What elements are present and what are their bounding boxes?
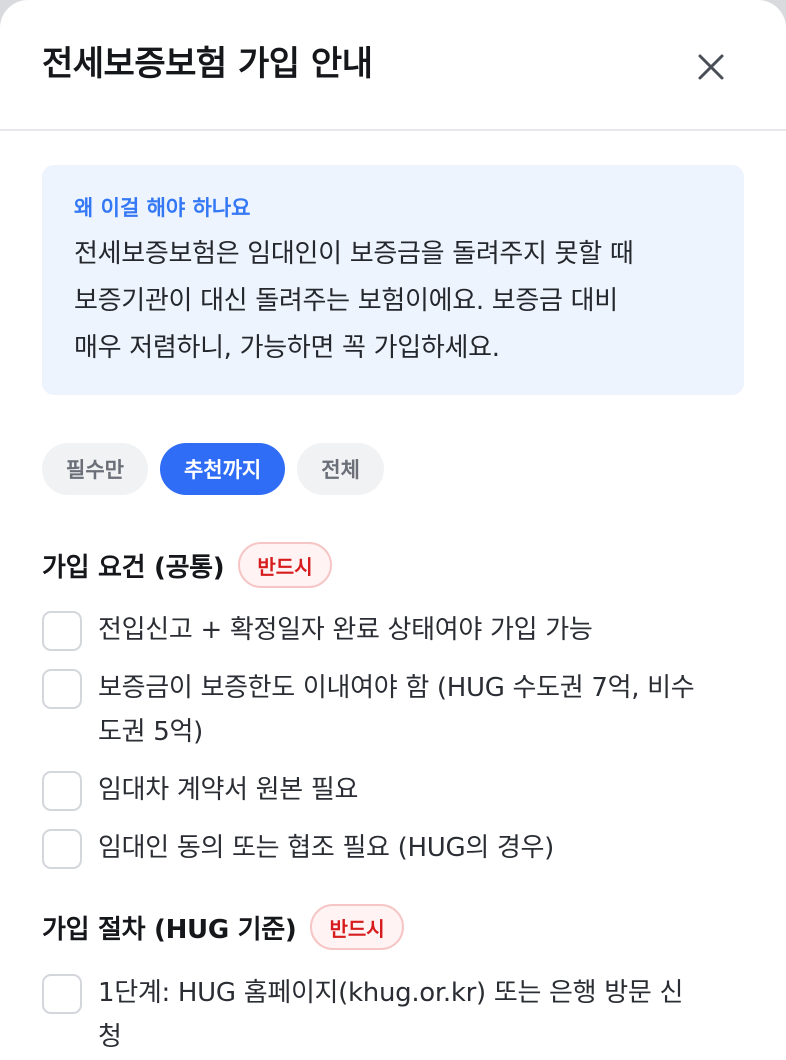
close-button[interactable] <box>686 42 736 92</box>
checklist-item-label: 임대차 계약서 원본 필요 <box>98 775 359 805</box>
info-line: 매우 저렴하니, 가능하면 꼭 가입하세요. <box>74 333 500 363</box>
dialog-title: 전세보증보험 가입 안내 <box>42 44 373 84</box>
section-requirements: 가입 요건 (공통) 반드시 전입신고 + 확정일자 완료 상태여야 가입 가능… <box>42 540 744 887</box>
checklist-item-label: 전입신고 + 확정일자 완료 상태여야 가입 가능 <box>98 615 593 645</box>
section-title: 가입 요건 (공통) <box>42 552 225 583</box>
checklist-dialog: 전세보증보험 가입 안내 왜 이걸 해야 하나요 전세보증보험은 임대인이 보증… <box>0 0 786 1060</box>
checkbox[interactable] <box>42 669 82 709</box>
section-title: 가입 절차 (HUG 기준) <box>42 914 297 945</box>
info-line: 보증기관이 대신 돌려주는 보험이에요. 보증금 대비 <box>74 286 618 316</box>
checkbox[interactable] <box>42 829 82 869</box>
checklist-item[interactable]: 1단계: HUG 홈페이지(khug.or.kr) 또는 은행 방문 신청 <box>42 974 744 1060</box>
filter-chip-recommended[interactable]: 추천까지 <box>159 443 286 495</box>
checklist-item-label: 임대인 동의 또는 협조 필요 (HUG의 경우) <box>98 833 554 863</box>
info-line: 전세보증보험은 임대인이 보증금을 돌려주지 못할 때 <box>74 239 634 269</box>
checklist-item[interactable]: 전입신고 + 확정일자 완료 상태여야 가입 가능 <box>42 611 744 669</box>
close-icon <box>698 54 724 80</box>
section-header: 가입 요건 (공통) 반드시 <box>42 540 744 590</box>
checkbox[interactable] <box>42 974 82 1014</box>
checkbox[interactable] <box>42 771 82 811</box>
section-procedure: 가입 절차 (HUG 기준) 반드시 1단계: HUG 홈페이지(khug.or… <box>42 902 744 1060</box>
section-header: 가입 절차 (HUG 기준) 반드시 <box>42 902 744 952</box>
required-badge: 반드시 <box>310 904 404 950</box>
checklist-item[interactable]: 임대차 계약서 원본 필요 <box>42 771 744 829</box>
checklist: 전입신고 + 확정일자 완료 상태여야 가입 가능 보증금이 보증한도 이내여야… <box>42 611 744 887</box>
checklist-item[interactable]: 보증금이 보증한도 이내여야 함 (HUG 수도권 7억, 비수도권 5억) <box>42 669 744 771</box>
info-box: 왜 이걸 해야 하나요 전세보증보험은 임대인이 보증금을 돌려주지 못할 때 … <box>42 165 744 395</box>
checklist-item[interactable]: 임대인 동의 또는 협조 필요 (HUG의 경우) <box>42 829 744 887</box>
checklist-item-label: 보증금이 보증한도 이내여야 함 (HUG 수도권 7억, 비수도권 5억) <box>98 673 695 747</box>
checkbox[interactable] <box>42 611 82 651</box>
checklist: 1단계: HUG 홈페이지(khug.or.kr) 또는 은행 방문 신청 <box>42 974 744 1060</box>
filter-chip-all[interactable]: 전체 <box>297 443 384 495</box>
info-label: 왜 이걸 해야 하나요 <box>74 196 251 220</box>
info-text: 전세보증보험은 임대인이 보증금을 돌려주지 못할 때 보증기관이 대신 돌려주… <box>74 231 712 372</box>
required-badge: 반드시 <box>238 542 332 588</box>
filter-chips: 필수만 추천까지 전체 <box>42 443 384 495</box>
checklist-item-label: 1단계: HUG 홈페이지(khug.or.kr) 또는 은행 방문 신청 <box>98 978 684 1052</box>
dialog-header: 전세보증보험 가입 안내 <box>0 0 786 131</box>
filter-chip-required[interactable]: 필수만 <box>42 443 148 495</box>
